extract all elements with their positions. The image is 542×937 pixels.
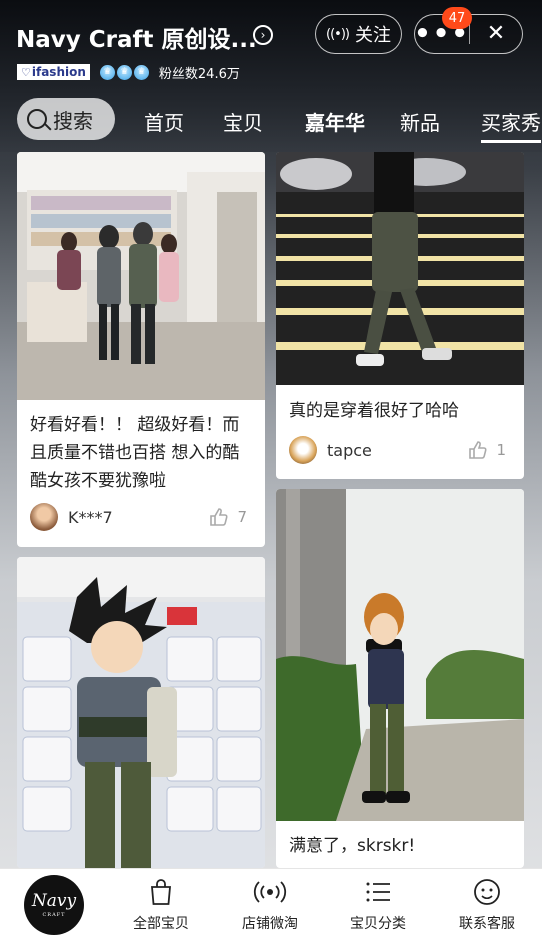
nav-categories-label: 宝贝分类 (350, 916, 406, 932)
nav-shop-feed-label: 店铺微淘 (242, 916, 298, 932)
shop-logo[interactable]: Navy CRAFT (24, 875, 84, 935)
avatar[interactable] (30, 503, 58, 531)
search-button[interactable]: 搜索 (17, 98, 115, 140)
shop-level-crowns: ♛ ♛ ♛ (99, 64, 149, 80)
nav-all-items-label: 全部宝贝 (133, 916, 189, 932)
thumbs-up-icon (210, 508, 229, 526)
broadcast-icon: ((•)) (326, 26, 350, 42)
review-author[interactable]: tapce (289, 436, 372, 464)
review-text: 好看好看！！ 超级好看！而且质量不错也百搭 想入的酷酷女孩不要犹豫啦 (30, 415, 240, 491)
tab-home[interactable]: 首页 (144, 107, 184, 136)
nav-shop-feed[interactable]: 店铺微淘 (220, 877, 320, 933)
buyer-photo[interactable] (276, 152, 524, 385)
nav-customer-service[interactable]: 联系客服 (437, 877, 537, 933)
shop-title[interactable]: Navy Craft 原创设... (16, 20, 257, 54)
tab-buyer-show[interactable]: 买家秀 (481, 107, 541, 143)
tab-items[interactable]: 宝贝 (223, 107, 263, 136)
bottom-nav: Navy CRAFT 全部宝贝 店铺微淘 宝贝分类 联系客服 (0, 868, 542, 937)
chat-face-icon (474, 879, 500, 905)
like-button[interactable]: 7 (209, 507, 247, 527)
buyer-photo[interactable] (17, 152, 265, 400)
follow-button[interactable]: ((•)) 关注 (315, 14, 402, 54)
like-count: 1 (496, 441, 506, 459)
follow-label: 关注 (354, 25, 391, 46)
ifashion-badge: ♡ ifashion (17, 64, 90, 80)
nav-customer-service-label: 联系客服 (459, 916, 515, 932)
crown-icon: ♛ (99, 64, 115, 80)
nav-categories[interactable]: 宝贝分类 (328, 877, 428, 933)
review-text: 满意了，skrskr! (289, 836, 416, 856)
author-name: K***7 (68, 507, 113, 527)
shop-tabs: 搜索 首页 宝贝 嘉年华 新品 买家秀 (0, 98, 542, 143)
buyer-show-card[interactable]: 好看好看！！ 超级好看！而且质量不错也百搭 想入的酷酷女孩不要犹豫啦 K***7… (17, 152, 265, 547)
ifashion-label: ifashion (31, 65, 86, 79)
buyer-photo[interactable] (17, 557, 265, 868)
like-button[interactable]: 1 (468, 440, 506, 460)
shop-badges: ♡ ifashion ♛ ♛ ♛ 粉丝数24.6万 (17, 63, 240, 82)
buyer-show-card[interactable]: 满意了，skrskr! (276, 489, 524, 868)
like-count: 7 (237, 508, 247, 526)
thumbs-up-icon (469, 441, 488, 459)
chevron-right-icon[interactable]: › (253, 25, 273, 45)
broadcast-icon (253, 881, 287, 903)
shop-header: Navy Craft 原创设... › ♡ ifashion ♛ ♛ ♛ 粉丝数… (0, 0, 542, 152)
heart-icon: ♡ (21, 65, 31, 79)
crown-icon: ♛ (133, 64, 149, 80)
nav-all-items[interactable]: 全部宝贝 (111, 877, 211, 933)
logo-text: Navy (31, 890, 77, 911)
fans-count: 粉丝数24.6万 (158, 66, 240, 82)
buyer-show-card[interactable]: 真的是穿着很好了哈哈 tapce 1 (276, 152, 524, 479)
tab-new[interactable]: 新品 (400, 107, 440, 136)
notification-badge: 47 (442, 7, 472, 29)
review-author[interactable]: K***7 (30, 503, 113, 531)
author-name: tapce (327, 440, 372, 460)
tab-carnival[interactable]: 嘉年华 (305, 107, 365, 136)
buyer-photo[interactable] (276, 489, 524, 821)
logo-subtext: CRAFT (42, 911, 66, 918)
search-icon (27, 109, 47, 129)
buyer-show-card[interactable] (17, 557, 265, 868)
crown-icon: ♛ (116, 64, 132, 80)
avatar[interactable] (289, 436, 317, 464)
list-icon (366, 882, 390, 902)
review-text: 真的是穿着很好了哈哈 (289, 401, 459, 421)
close-icon[interactable]: ✕ (470, 15, 522, 52)
search-label: 搜索 (53, 108, 93, 133)
shopping-bag-icon (151, 879, 171, 905)
